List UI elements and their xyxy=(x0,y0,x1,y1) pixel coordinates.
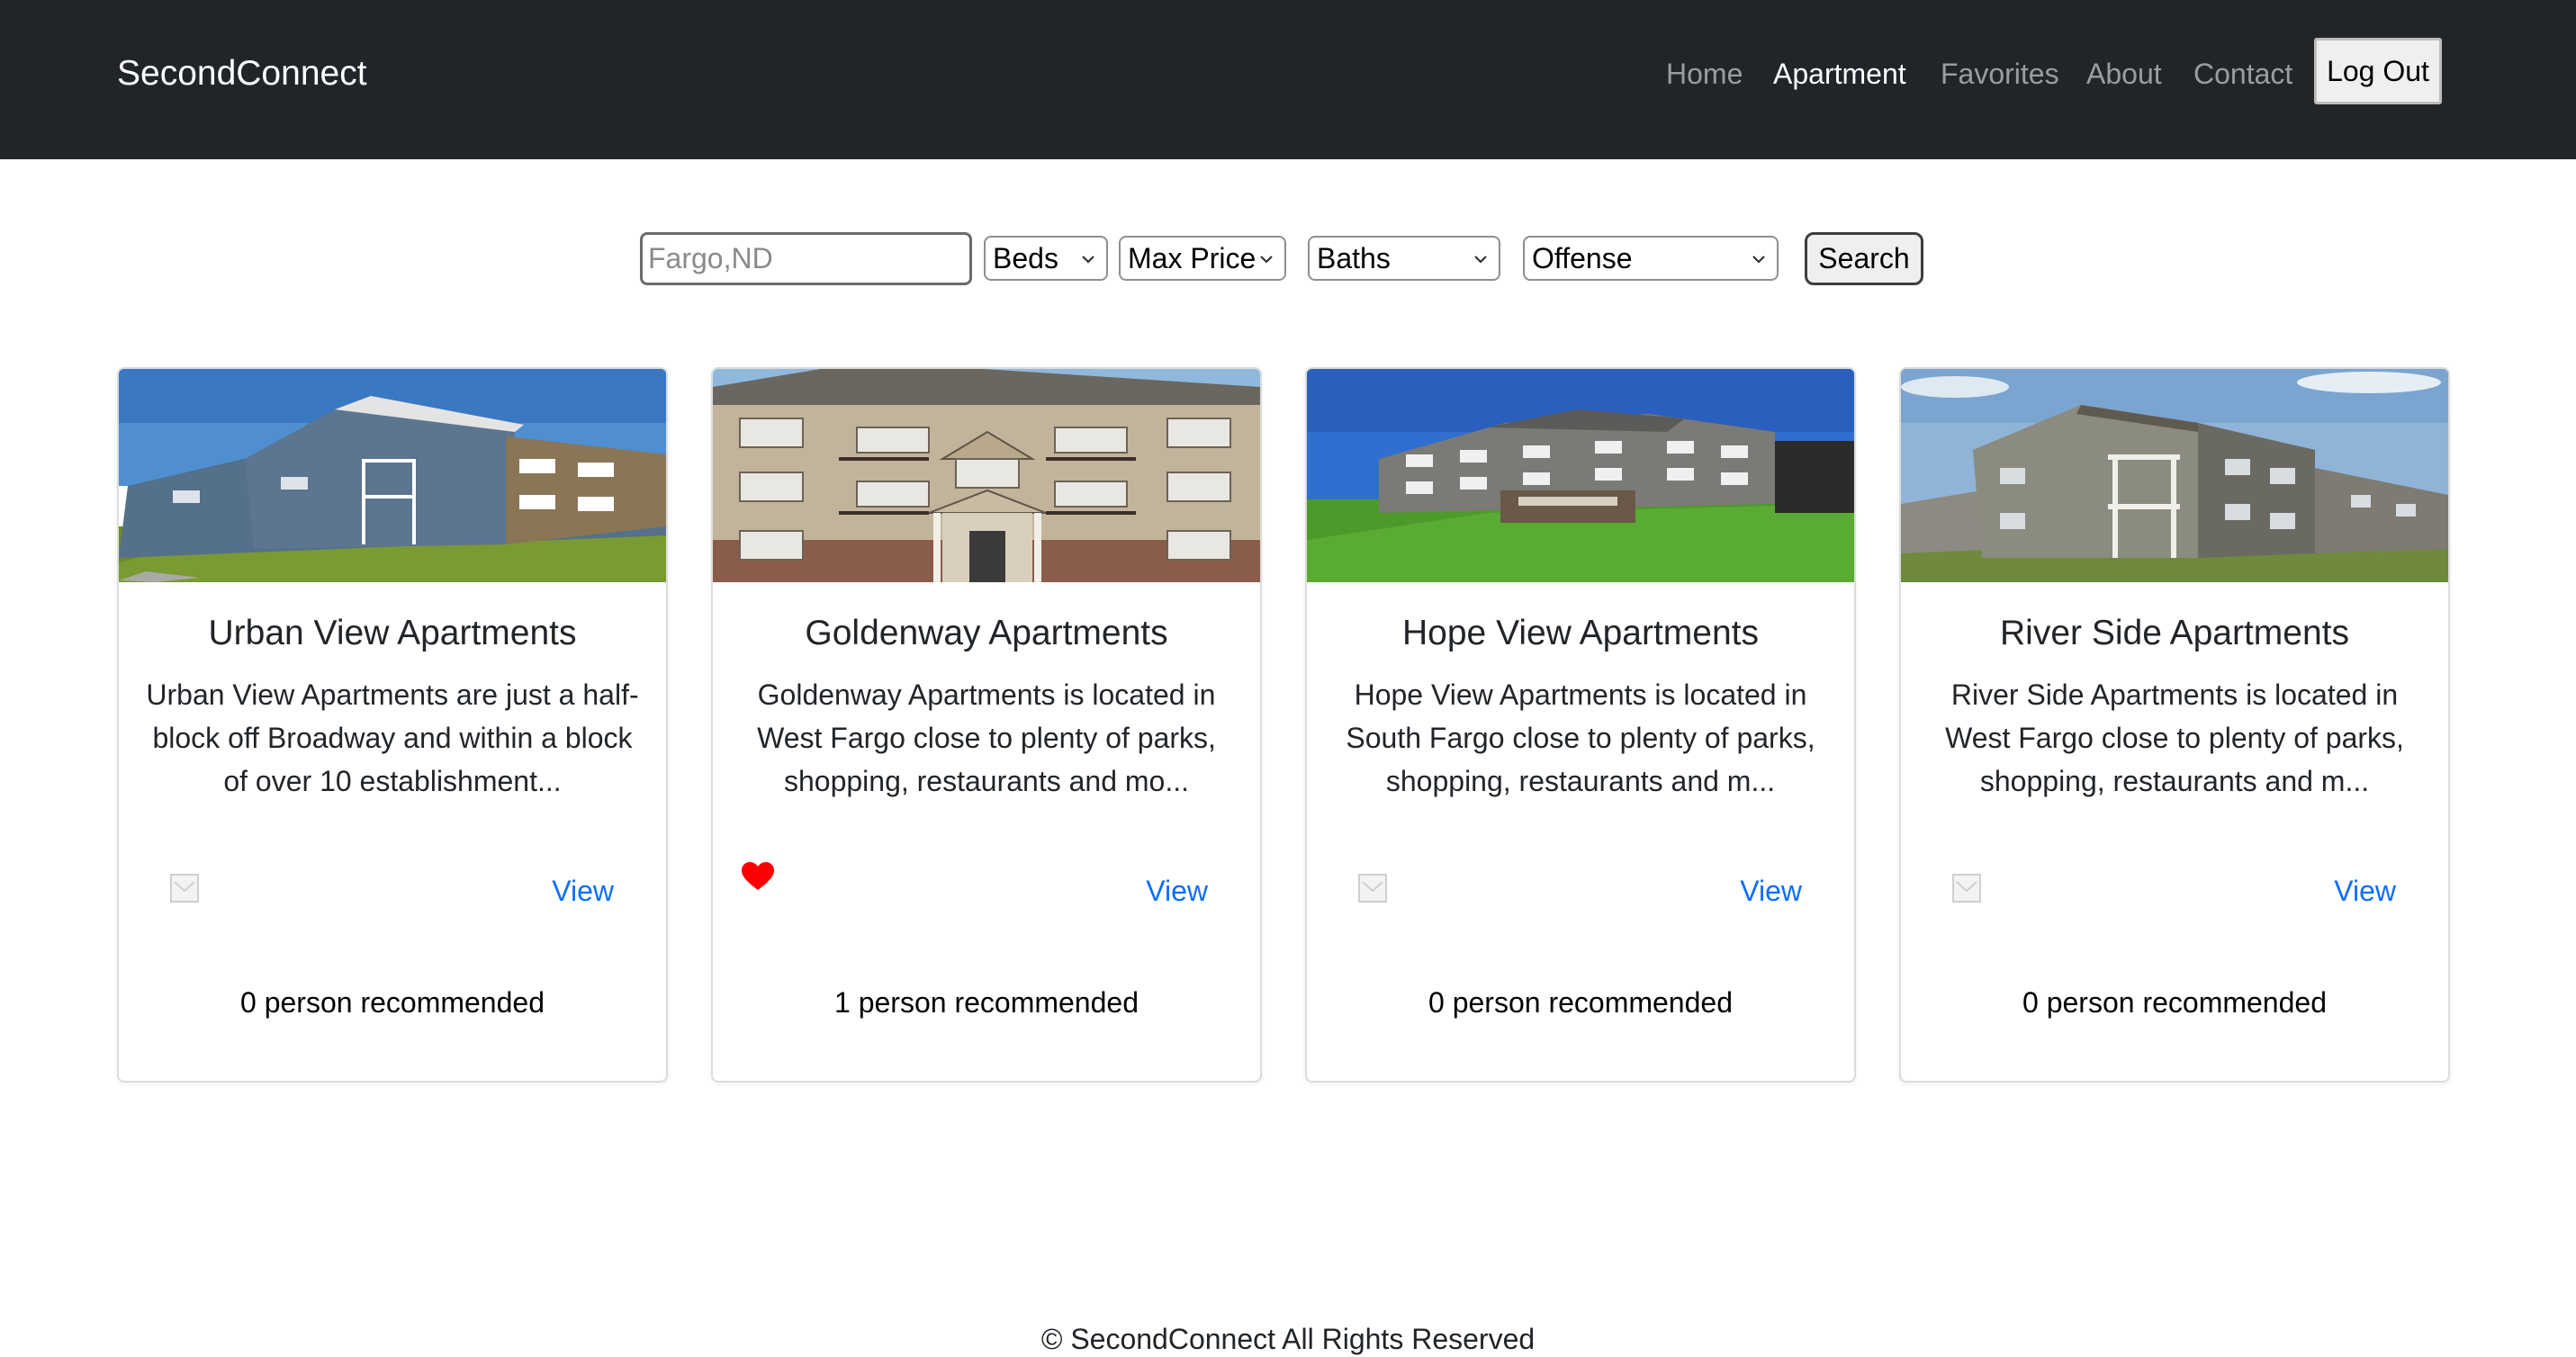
heart-outline-icon[interactable] xyxy=(169,873,200,903)
logout-button[interactable]: Log Out xyxy=(2314,38,2442,104)
search-button[interactable]: Search xyxy=(1805,232,1923,285)
navbar: SecondConnect Home Apartment Favorites A… xyxy=(0,0,2576,159)
apartment-photo[interactable] xyxy=(1307,369,1854,582)
max-price-select[interactable]: Max Price xyxy=(1119,236,1286,281)
recommendation-count: 0 person recommended xyxy=(2022,986,2327,1019)
location-input[interactable] xyxy=(640,232,972,285)
brand-logo[interactable]: SecondConnect xyxy=(117,52,367,95)
apartment-description: Goldenway Apartments is located in West … xyxy=(757,678,1216,797)
nav-contact[interactable]: Contact xyxy=(2193,56,2292,92)
footer-copyright: © SecondConnect All Rights Reserved xyxy=(1040,1323,1536,1355)
recommendation-count: 1 person recommended xyxy=(834,986,1139,1019)
nav-apartment[interactable]: Apartment xyxy=(1773,56,1906,92)
baths-select-value: Baths xyxy=(1317,241,1391,274)
apartment-title: Urban View Apartments xyxy=(208,614,577,652)
nav-home[interactable]: Home xyxy=(1666,56,1743,92)
apartment-title: River Side Apartments xyxy=(1999,614,2349,652)
chevron-down-icon xyxy=(1752,256,1765,264)
apartment-description: River Side Apartments is located in West… xyxy=(1945,678,2404,797)
chevron-down-icon xyxy=(1260,256,1273,264)
offense-select[interactable]: Offense xyxy=(1523,236,1779,281)
recommendation-count: 0 person recommended xyxy=(1428,986,1733,1019)
apartment-description: Hope View Apartments is located in South… xyxy=(1346,678,1815,797)
apartment-card: Hope View Apartments Hope View Apartment… xyxy=(1305,367,1856,1083)
chevron-down-icon xyxy=(1474,256,1487,264)
chevron-down-icon xyxy=(1082,256,1094,264)
heart-filled-icon[interactable] xyxy=(742,862,774,891)
view-link[interactable]: View xyxy=(552,873,614,909)
apartment-description: Urban View Apartments are just a half-bl… xyxy=(146,678,639,797)
nav-favorites[interactable]: Favorites xyxy=(1941,56,2059,92)
apartment-card: River Side Apartments River Side Apartme… xyxy=(1899,367,2450,1083)
apartment-card: Goldenway Apartments Goldenway Apartment… xyxy=(711,367,1262,1083)
heart-outline-icon[interactable] xyxy=(1951,873,1982,903)
beds-select-value: Beds xyxy=(993,241,1058,274)
apartment-photo[interactable] xyxy=(713,369,1260,582)
apartment-title: Hope View Apartments xyxy=(1402,614,1759,652)
beds-select[interactable]: Beds xyxy=(984,236,1108,281)
view-link[interactable]: View xyxy=(2334,873,2396,909)
offense-select-value: Offense xyxy=(1532,241,1633,274)
apartment-photo[interactable] xyxy=(119,369,666,582)
apartment-title: Goldenway Apartments xyxy=(805,614,1168,652)
max-price-select-value: Max Price xyxy=(1128,241,1256,274)
heart-outline-icon[interactable] xyxy=(1357,873,1388,903)
apartment-card: Urban View Apartments Urban View Apartme… xyxy=(117,367,668,1083)
recommendation-count: 0 person recommended xyxy=(240,986,545,1019)
apartment-photo[interactable] xyxy=(1901,369,2448,582)
baths-select[interactable]: Baths xyxy=(1308,236,1500,281)
nav-about[interactable]: About xyxy=(2086,56,2162,92)
view-link[interactable]: View xyxy=(1740,873,1802,909)
view-link[interactable]: View xyxy=(1146,873,1208,909)
